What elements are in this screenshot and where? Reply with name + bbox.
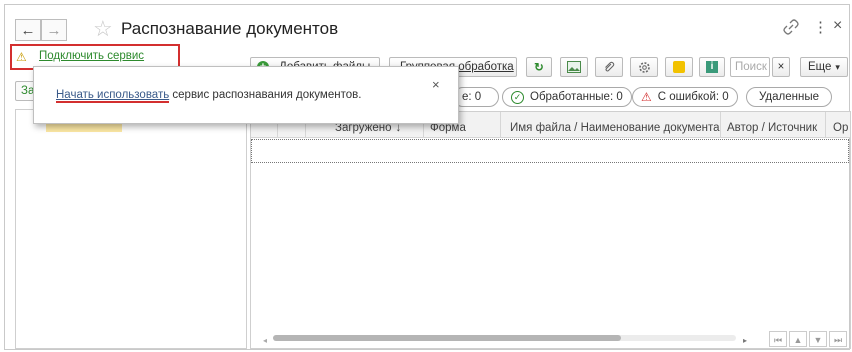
settings-button[interactable] xyxy=(630,57,658,77)
image-button[interactable] xyxy=(560,57,588,77)
close-icon[interactable]: × xyxy=(833,17,842,35)
column-divider xyxy=(825,112,826,137)
forward-button[interactable]: → xyxy=(41,19,67,41)
note-icon xyxy=(673,61,685,73)
pager-first-button[interactable]: ⏮ xyxy=(769,331,787,347)
more-icon[interactable]: ⋮ xyxy=(813,18,828,36)
gear-icon xyxy=(638,61,650,73)
column-header-filename[interactable]: Имя файла / Наименование документа xyxy=(510,117,720,139)
more-actions-label: Еще xyxy=(808,61,832,73)
scroll-left-icon[interactable]: ◂ xyxy=(263,336,267,345)
window: ← → ☆ Распознавание документов ⋮ × ⚠ Под… xyxy=(4,4,851,350)
attach-button[interactable] xyxy=(595,57,623,77)
check-circle-icon: ✓ xyxy=(511,90,524,104)
popup-text: сервис распознавания документов. xyxy=(169,89,362,101)
clear-icon: × xyxy=(777,61,785,73)
image-icon xyxy=(567,61,581,73)
filter-first-label: е: 0 xyxy=(462,91,482,103)
pager-down-button[interactable]: ▼ xyxy=(809,331,827,347)
search-input[interactable]: Поиск xyxy=(730,57,770,77)
left-list-panel[interactable] xyxy=(15,109,247,349)
arrow-left-icon: ← xyxy=(20,21,36,39)
popup-message: Начать использовать сервис распознавания… xyxy=(56,89,362,103)
popup-close-icon[interactable]: × xyxy=(432,77,440,92)
filter-processed[interactable]: ✓ Обработанные: 0 xyxy=(502,87,632,107)
page-title: Распознавание документов xyxy=(121,19,339,38)
info-icon: i xyxy=(706,61,718,73)
column-divider xyxy=(720,112,721,137)
filter-errors[interactable]: ⚠ С ошибкой: 0 xyxy=(632,87,738,107)
more-actions-button[interactable]: Еще ▾ xyxy=(800,57,848,77)
warning-triangle-icon: ⚠ xyxy=(641,90,652,104)
back-button[interactable]: ← xyxy=(15,19,41,41)
horizontal-scrollbar-track[interactable] xyxy=(273,335,736,341)
search-clear-button[interactable]: × xyxy=(772,57,790,77)
column-divider xyxy=(500,112,501,137)
refresh-icon: ↻ xyxy=(534,62,544,74)
arrow-right-icon: → xyxy=(46,21,62,39)
horizontal-scrollbar-thumb[interactable] xyxy=(273,335,621,341)
connect-service-link[interactable]: Подключить сервис xyxy=(39,50,144,62)
chevron-down-icon: ▾ xyxy=(835,61,840,72)
column-header-org[interactable]: Ор xyxy=(833,117,848,139)
column-header-author[interactable]: Автор / Источник xyxy=(727,117,817,139)
pager-up-button[interactable]: ▲ xyxy=(789,331,807,347)
paperclip-icon xyxy=(605,61,615,72)
note-button[interactable] xyxy=(665,57,693,77)
link-icon[interactable] xyxy=(783,19,799,35)
filter-errors-label: С ошибкой: 0 xyxy=(657,91,729,103)
filter-deleted[interactable]: Удаленные xyxy=(746,87,832,107)
refresh-button[interactable]: ↻ xyxy=(526,57,552,77)
start-using-link[interactable]: Начать использовать xyxy=(56,89,170,103)
table-row-focused[interactable] xyxy=(251,139,849,163)
filter-processed-label: Обработанные: 0 xyxy=(530,91,623,103)
scroll-right-icon[interactable]: ▸ xyxy=(743,336,747,345)
filter-first[interactable]: е: 0 xyxy=(453,87,499,107)
warning-icon: ⚠ xyxy=(16,50,27,64)
star-icon[interactable]: ☆ xyxy=(93,16,113,42)
filter-deleted-label: Удаленные xyxy=(759,91,819,103)
pager-last-button[interactable]: ⏭ xyxy=(829,331,847,347)
info-button[interactable]: i xyxy=(699,57,725,77)
service-popup: Начать использовать сервис распознавания… xyxy=(33,66,459,124)
